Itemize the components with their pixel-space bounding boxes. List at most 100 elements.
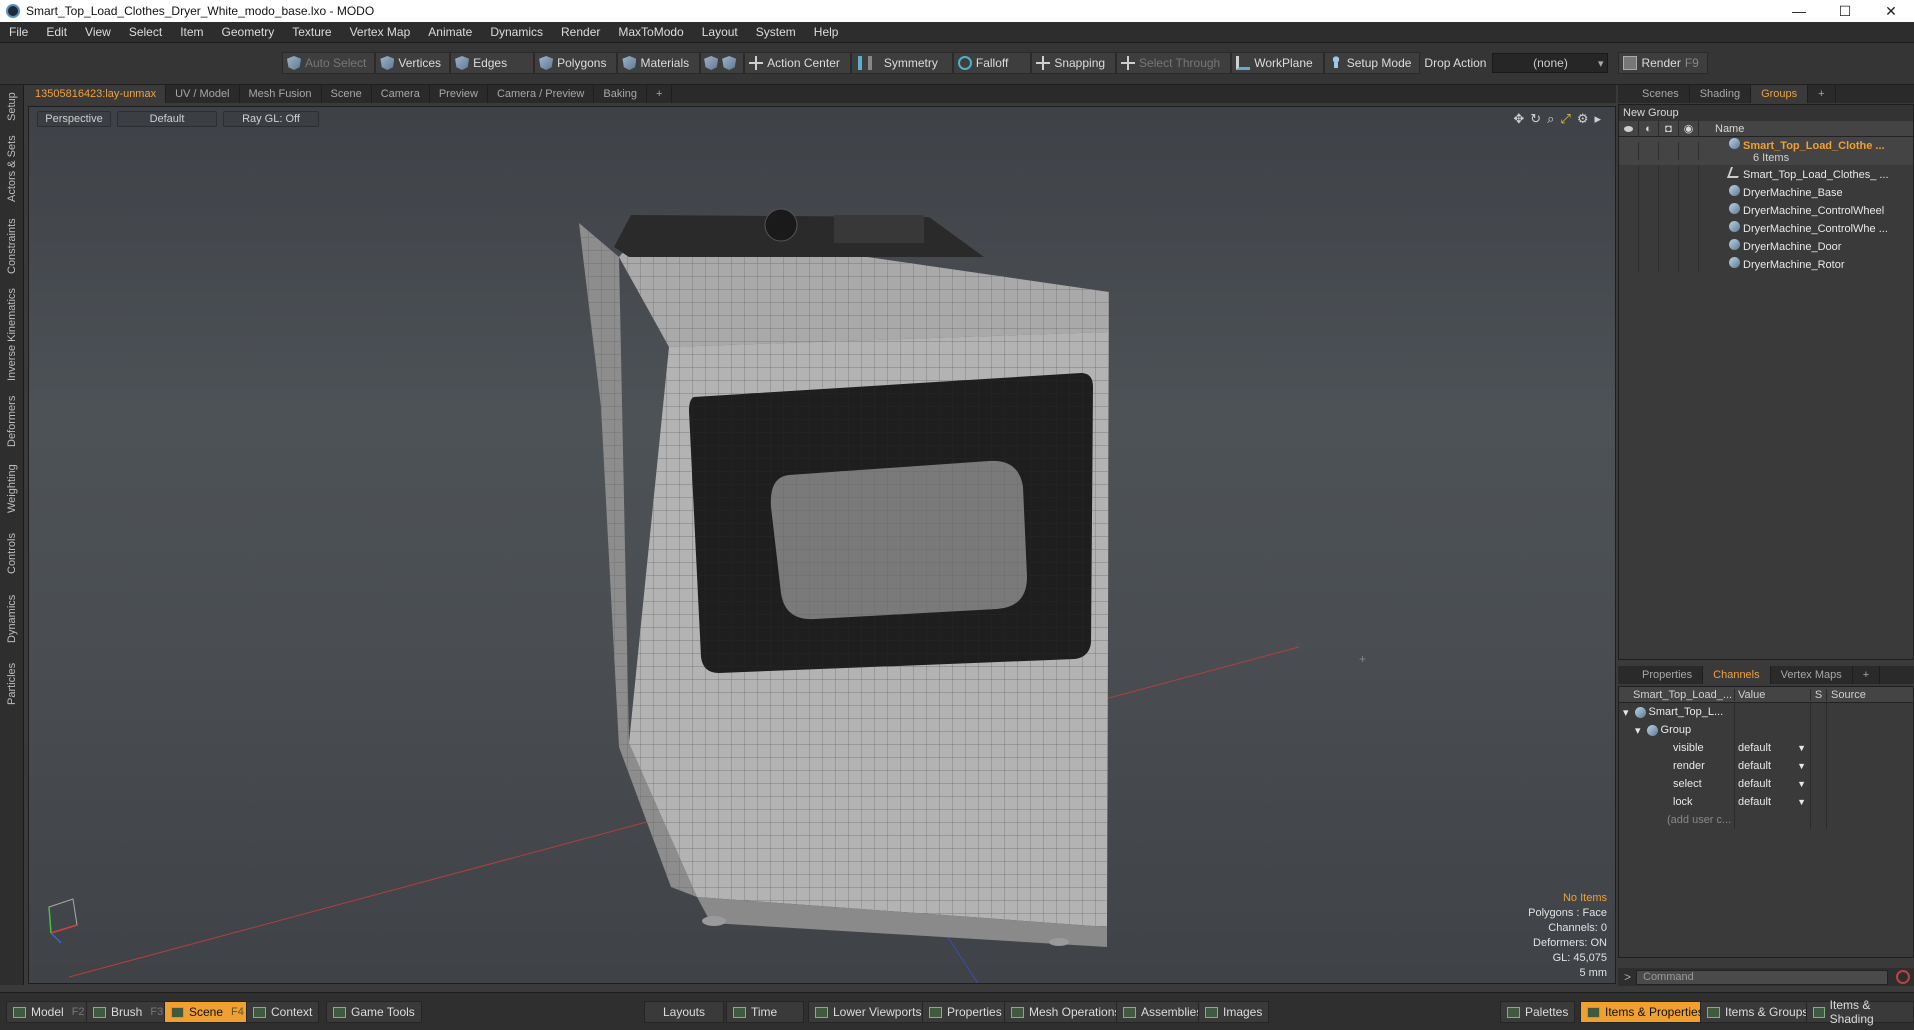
model-layout-button[interactable]: Model F2 (6, 1001, 92, 1023)
menu-animate[interactable]: Animate (419, 25, 481, 39)
lower-viewports-button[interactable]: Lower Viewports (808, 1001, 929, 1023)
channel-item-row[interactable]: ▾ Smart_Top_L... (1619, 703, 1913, 721)
lock-column-icon[interactable]: ◘ (1659, 120, 1679, 137)
channel-row-visible[interactable]: visible default ▼ (1619, 739, 1913, 757)
tab-camera[interactable]: Camera (372, 85, 430, 103)
materials-button[interactable]: Materials (617, 52, 701, 74)
drop-action-dropdown[interactable]: (none) (1492, 53, 1609, 73)
menu-select[interactable]: Select (120, 25, 171, 39)
group-child-row[interactable]: DryerMachine_Base (1619, 183, 1913, 201)
game-tools-layout-button[interactable]: Game Tools (326, 1001, 422, 1023)
viewport-expand-icon[interactable]: ▸ (1594, 111, 1601, 127)
workplane-button[interactable]: WorkPlane (1231, 52, 1324, 74)
assemblies-button[interactable]: Assemblies (1116, 1001, 1210, 1023)
menu-layout[interactable]: Layout (693, 25, 747, 39)
zoom-view-icon[interactable]: ⌕ (1547, 111, 1554, 127)
items-shading-button[interactable]: Items & Shading (1806, 998, 1914, 1026)
auto-select-button[interactable]: Auto Select (282, 52, 376, 74)
menu-item[interactable]: Item (171, 25, 212, 39)
group-child-row[interactable]: DryerMachine_Rotor (1619, 255, 1913, 273)
new-group-button[interactable]: New Group (1619, 105, 1913, 121)
group-child-row[interactable]: DryerMachine_ControlWheel (1619, 201, 1913, 219)
tab-shading[interactable]: Shading (1690, 85, 1752, 103)
context-layout-button[interactable]: Context (246, 1001, 320, 1023)
brush-layout-button[interactable]: Brush F3 (86, 1001, 171, 1023)
tab-properties[interactable]: Properties (1632, 666, 1704, 684)
tab-layout-unmax[interactable]: 13505816423:lay-unmax (26, 85, 167, 103)
perspective-button[interactable]: Perspective (37, 111, 111, 127)
tab-setup[interactable]: Setup (2, 89, 22, 125)
tab-scenes[interactable]: Scenes (1632, 85, 1690, 103)
add-right-tab-button[interactable]: + (1808, 85, 1836, 103)
polygons-button[interactable]: Polygons (534, 52, 618, 74)
menu-dynamics[interactable]: Dynamics (481, 25, 552, 39)
add-tab-button[interactable]: + (647, 85, 673, 103)
select-through-button[interactable]: Select Through (1116, 52, 1232, 74)
menu-help[interactable]: Help (805, 25, 848, 39)
mesh-operations-button[interactable]: Mesh Operations (1004, 1001, 1128, 1023)
fit-view-icon[interactable]: ⤢ (1560, 111, 1570, 127)
tab-controls[interactable]: Controls (2, 527, 22, 581)
close-button[interactable]: ✕ (1868, 0, 1914, 22)
tab-scene[interactable]: Scene (322, 85, 372, 103)
render-value-dropdown[interactable]: default ▼ (1735, 757, 1811, 775)
tab-mesh-fusion[interactable]: Mesh Fusion (240, 85, 322, 103)
menu-system[interactable]: System (747, 25, 805, 39)
tab-uv-model[interactable]: UV / Model (166, 85, 240, 103)
tab-baking[interactable]: Baking (594, 85, 648, 103)
vertices-button[interactable]: Vertices (375, 52, 451, 74)
tab-deformers[interactable]: Deformers (2, 391, 22, 451)
menu-geometry[interactable]: Geometry (213, 25, 284, 39)
channel-row-lock[interactable]: lock default ▼ (1619, 793, 1913, 811)
selection-sets-button[interactable] (700, 52, 745, 74)
channel-row-render[interactable]: render default ▼ (1619, 757, 1913, 775)
palettes-button[interactable]: Palettes (1500, 1001, 1576, 1023)
tab-dynamics[interactable]: Dynamics (2, 589, 22, 649)
lock-value-dropdown[interactable]: default ▼ (1735, 793, 1811, 811)
group-root-row[interactable]: Smart_Top_Load_Clothe ... 6 Items (1619, 137, 1913, 165)
items-properties-button[interactable]: Items & Properties (1580, 1001, 1711, 1023)
menu-texture[interactable]: Texture (283, 25, 340, 39)
tab-actors-sets[interactable]: Actors & Sets (2, 133, 22, 205)
visibility-column-icon[interactable] (1619, 120, 1639, 137)
select-column-icon[interactable]: ◉ (1679, 120, 1699, 137)
channel-row-select[interactable]: select default ▼ (1619, 775, 1913, 793)
maximize-button[interactable]: ☐ (1822, 0, 1868, 22)
render-button[interactable]: Render F9 (1618, 52, 1708, 74)
tab-constraints[interactable]: Constraints (2, 213, 22, 279)
visible-value-dropdown[interactable]: default ▼ (1735, 739, 1811, 757)
tab-vertex-maps[interactable]: Vertex Maps (1771, 666, 1853, 684)
group-child-row[interactable]: DryerMachine_Door (1619, 237, 1913, 255)
layouts-button[interactable]: Layouts (644, 1001, 724, 1023)
menu-vertex-map[interactable]: Vertex Map (341, 25, 420, 39)
tab-inverse-kinematics[interactable]: Inverse Kinematics (2, 287, 22, 383)
channel-group-row[interactable]: ▾ Group (1619, 721, 1913, 739)
edges-button[interactable]: Edges (450, 52, 535, 74)
menu-view[interactable]: View (76, 25, 120, 39)
3d-viewport[interactable]: + Perspective Default Ray GL: Off ✥ ↻ ⌕ … (28, 106, 1616, 984)
action-center-button[interactable]: Action Center (744, 52, 851, 74)
rotate-view-icon[interactable]: ↻ (1530, 111, 1541, 127)
tab-particles[interactable]: Particles (2, 657, 22, 711)
tab-groups[interactable]: Groups (1751, 85, 1809, 103)
setup-mode-button[interactable]: Setup Mode (1323, 52, 1421, 74)
tab-channels[interactable]: Channels (1703, 666, 1771, 684)
scene-layout-button[interactable]: Scene F4 (164, 1001, 251, 1023)
shading-mode-button[interactable]: Default (117, 111, 217, 127)
add-bottom-tab-button[interactable]: + (1853, 666, 1881, 684)
time-button[interactable]: Time (726, 1001, 804, 1023)
raygl-button[interactable]: Ray GL: Off (223, 111, 319, 127)
snapping-button[interactable]: Snapping (1031, 52, 1117, 74)
viewport-settings-icon[interactable]: ⚙ (1577, 111, 1589, 127)
menu-edit[interactable]: Edit (37, 25, 76, 39)
group-child-row[interactable]: Smart_Top_Load_Clothes_ ... (1619, 165, 1913, 183)
tab-weighting[interactable]: Weighting (2, 459, 22, 519)
menu-maxtomodo[interactable]: MaxToModo (609, 25, 692, 39)
menu-render[interactable]: Render (552, 25, 609, 39)
group-child-row[interactable]: DryerMachine_ControlWhe ... (1619, 219, 1913, 237)
items-groups-button[interactable]: Items & Groups (1700, 1001, 1816, 1023)
images-button[interactable]: Images (1198, 1001, 1270, 1023)
properties-button[interactable]: Properties (922, 1001, 1009, 1023)
render-column-icon[interactable]: ◐ (1639, 120, 1659, 137)
select-value-dropdown[interactable]: default ▼ (1735, 775, 1811, 793)
